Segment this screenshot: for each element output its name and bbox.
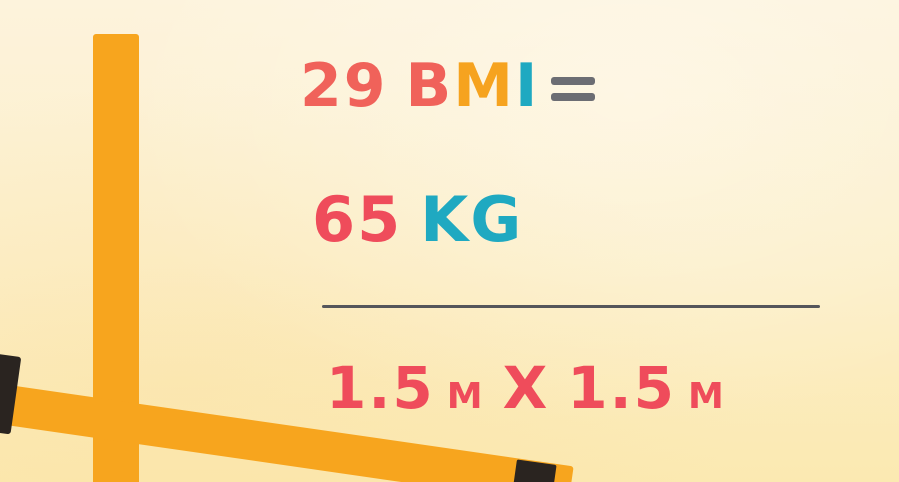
height-line: 1.5 M X 1.5 M — [326, 352, 726, 433]
height-unit-2: M — [688, 376, 726, 417]
height-value-1: 1.5 — [326, 354, 435, 422]
bmi-letter-m: M — [453, 51, 515, 121]
bmi-line: 29 BMI — [300, 50, 596, 122]
weight-line: 65 KG — [312, 182, 523, 258]
bmi-value: 29 — [300, 51, 388, 121]
fraction-line — [322, 305, 820, 308]
weight-value: 65 — [312, 183, 403, 256]
multiply-sign: X — [502, 354, 550, 422]
bmi-letter-b: B — [405, 51, 454, 121]
bmi-letter-i: I — [514, 51, 540, 121]
equals-sign — [551, 75, 596, 103]
height-value-2: 1.5 — [567, 354, 677, 422]
height-unit-1: M — [446, 376, 485, 417]
weight-unit: KG — [420, 183, 524, 256]
illustration-canvas: 29 BMI 65 KG 1.5 M X 1.5 M — [0, 0, 899, 482]
